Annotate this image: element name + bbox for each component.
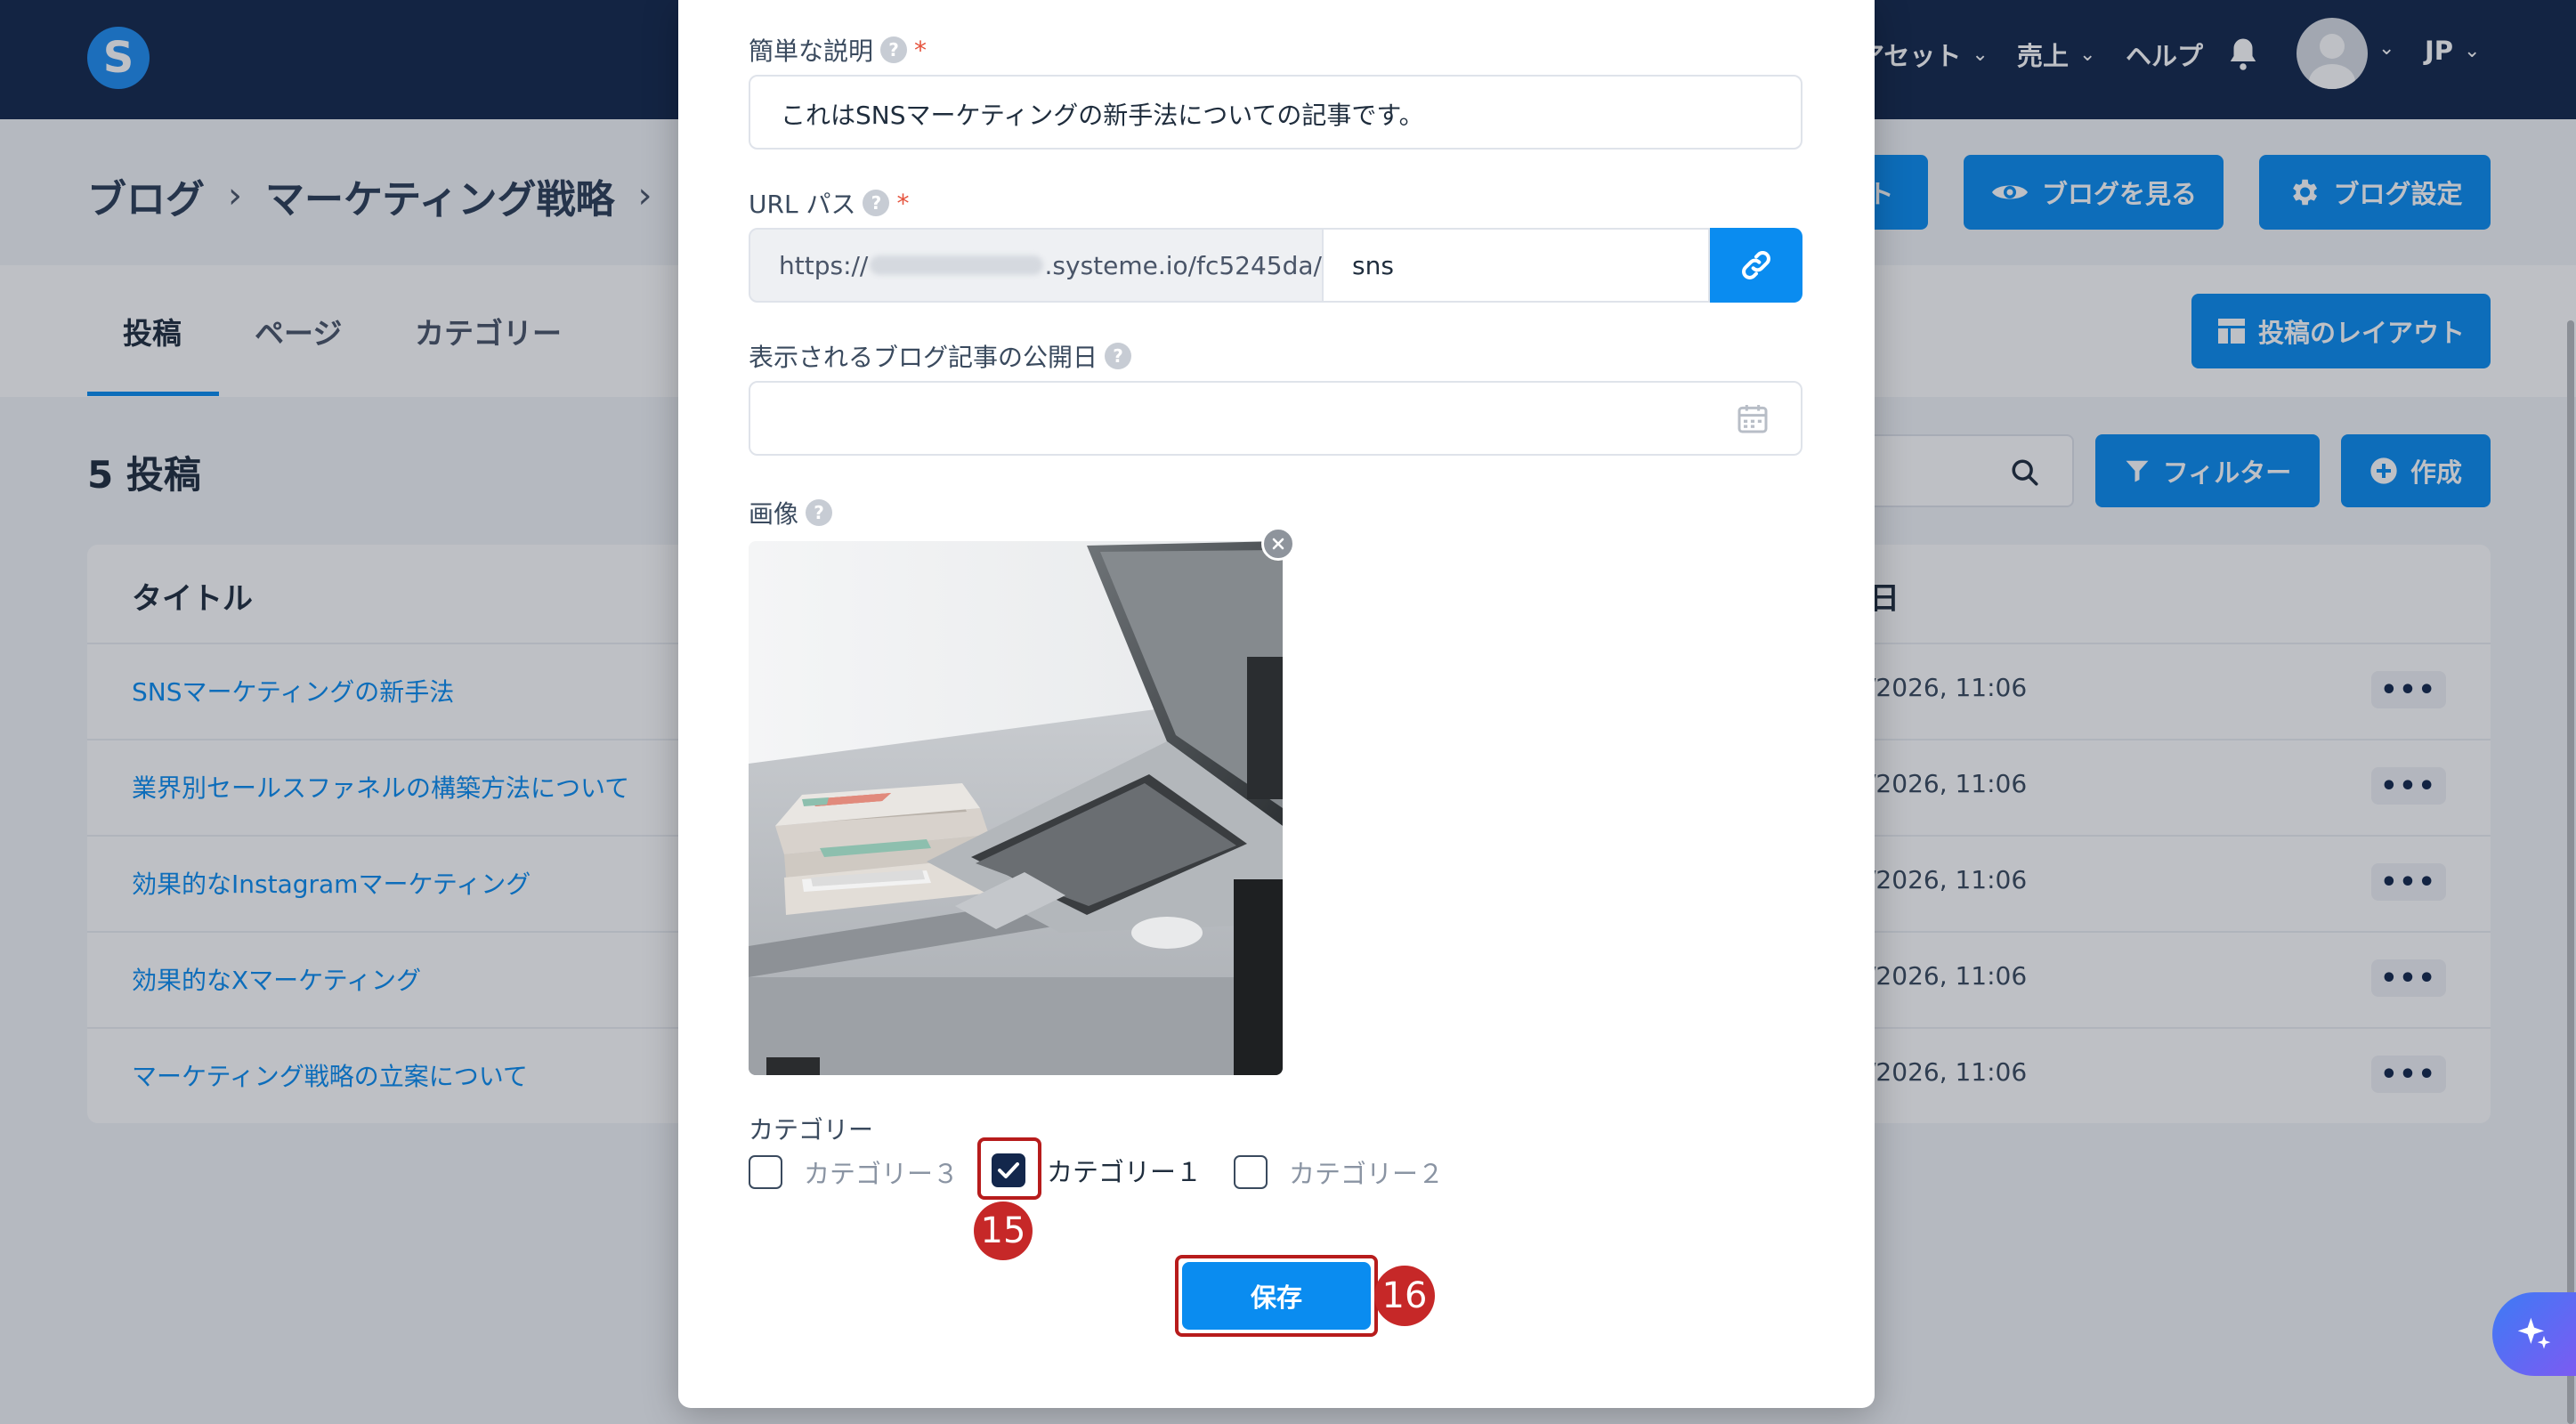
step-badge-16: 16 [1374, 1266, 1435, 1326]
publish-date-label-text: 表示されるブログ記事の公開日 [749, 343, 1098, 372]
calendar-icon[interactable] [1735, 400, 1770, 436]
url-prefix: https:// .systeme.io/fc5245da/ [749, 228, 1324, 303]
category-option-3[interactable]: カテゴリー３ [749, 1153, 959, 1191]
category-2-label: カテゴリー２ [1289, 1159, 1445, 1189]
category-3-checkbox[interactable] [749, 1155, 782, 1189]
category-1-label: カテゴリー１ [1047, 1157, 1203, 1187]
link-icon [1742, 251, 1770, 279]
url-prefix-start: https:// [779, 250, 869, 280]
description-label-text: 簡単な説明 [749, 36, 874, 66]
help-icon[interactable]: ? [880, 36, 908, 63]
close-icon [1272, 538, 1284, 550]
image-label: 画像 ? [749, 495, 833, 530]
publish-date-field[interactable] [749, 381, 1802, 456]
description-label: 簡単な説明 ? * [749, 32, 927, 68]
post-featured-image [749, 541, 1283, 1075]
sparkle-icon [2517, 1317, 2551, 1349]
url-slug-value: sns [1352, 250, 1394, 280]
blurred-subdomain [870, 255, 1043, 275]
category-option-2[interactable]: カテゴリー２ [1234, 1153, 1444, 1191]
category-label-text: カテゴリー [749, 1115, 874, 1145]
help-icon[interactable]: ? [863, 190, 890, 216]
help-icon[interactable]: ? [1105, 343, 1132, 369]
page-scrollbar[interactable] [2567, 320, 2574, 1424]
category-option-1[interactable]: カテゴリー１ [992, 1152, 1202, 1189]
url-prefix-end: .systeme.io/fc5245da/ [1044, 250, 1322, 280]
required-mark: * [896, 188, 910, 218]
ai-assistant-button[interactable] [2492, 1292, 2576, 1376]
url-label: URL パス ? * [749, 185, 909, 221]
copy-link-button[interactable] [1710, 228, 1802, 303]
category-3-label: カテゴリー３ [804, 1159, 960, 1189]
help-icon[interactable]: ? [806, 499, 833, 526]
description-value: これはSNSマーケティングの新手法についての記事です。 [781, 101, 1424, 130]
check-icon [998, 1162, 1019, 1178]
category-2-checkbox[interactable] [1234, 1155, 1268, 1189]
step-badge-15: 15 [974, 1202, 1033, 1260]
url-slug-field[interactable]: sns [1324, 228, 1710, 303]
category-1-checkbox[interactable] [992, 1153, 1025, 1187]
save-button[interactable]: 保存 [1182, 1262, 1371, 1330]
category-label: カテゴリー [749, 1111, 873, 1146]
image-label-text: 画像 [749, 499, 799, 529]
remove-image-button[interactable] [1261, 527, 1295, 561]
publish-date-label: 表示されるブログ記事の公開日 ? [749, 338, 1132, 374]
description-field[interactable]: これはSNSマーケティングの新手法についての記事です。 [749, 75, 1802, 150]
required-mark: * [914, 35, 928, 65]
url-label-text: URL パス [749, 190, 856, 219]
